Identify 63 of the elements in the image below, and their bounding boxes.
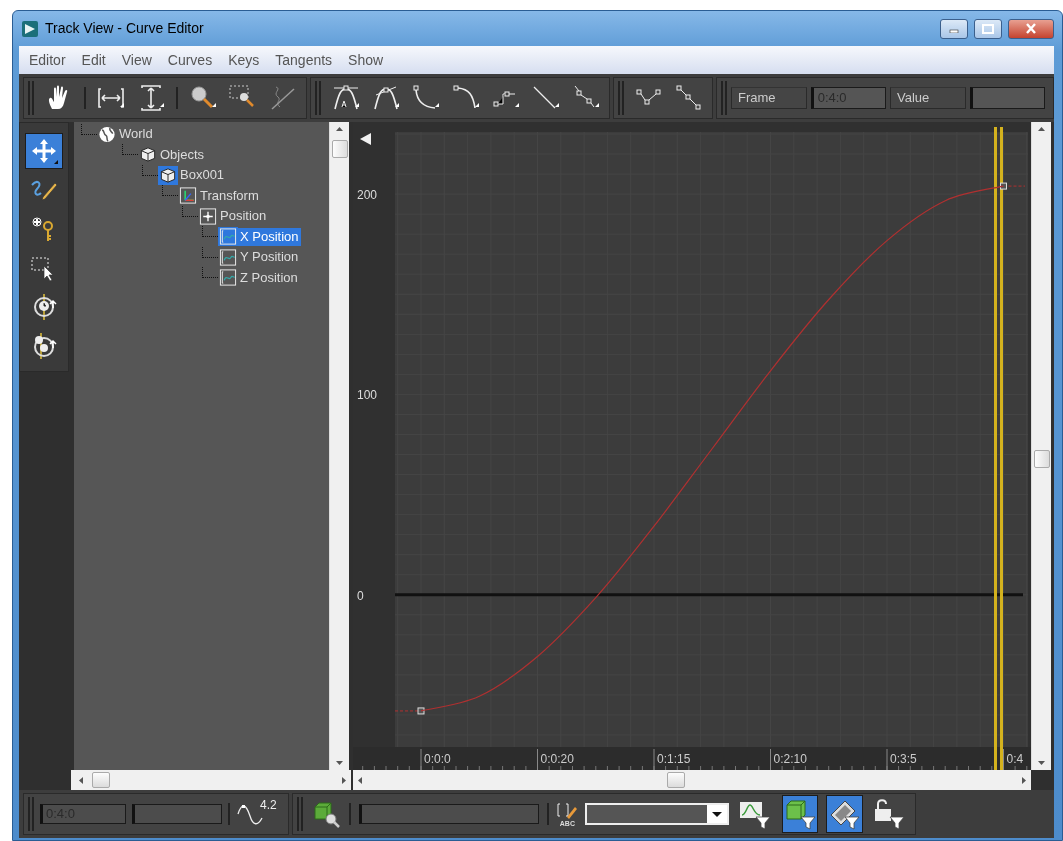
menu-item[interactable]: Show	[340, 49, 392, 71]
window-title: Track View - Curve Editor	[45, 19, 204, 38]
caret-icon[interactable]	[707, 805, 728, 823]
tree-item[interactable]: Z Position	[238, 268, 300, 287]
scroll-thumb[interactable]	[667, 772, 685, 788]
toolbar-grip[interactable]	[618, 81, 624, 115]
vertical-scrollbar[interactable]	[329, 122, 349, 770]
selection-field[interactable]	[359, 804, 540, 824]
toolbar-grip[interactable]	[28, 797, 34, 831]
toolbar-grip[interactable]	[315, 81, 321, 115]
axis-label: 100	[357, 388, 378, 403]
scroll-thumb[interactable]	[1033, 450, 1050, 468]
toolbar-grip[interactable]	[28, 81, 34, 115]
app-icon	[21, 19, 39, 38]
menu-item[interactable]: Edit	[73, 49, 114, 71]
menu-item[interactable]: Tangents	[267, 49, 341, 71]
curve-number: 4.2	[260, 797, 277, 814]
selection-dropdown[interactable]	[585, 803, 730, 825]
bracket-pencil-icon[interactable]	[557, 801, 578, 820]
scroll-thumb[interactable]	[92, 772, 110, 788]
value-label: Value	[890, 87, 966, 109]
time-label: 0:0:20	[540, 752, 574, 766]
frame-label: Frame	[731, 87, 807, 109]
tree-item[interactable]: Y Position	[238, 248, 301, 267]
minimize-button[interactable]	[940, 18, 968, 39]
close-icon	[1025, 23, 1037, 34]
key-marker[interactable]	[1000, 182, 1007, 190]
menu-item[interactable]: Keys	[220, 49, 268, 71]
time-label: 0:2:10	[773, 752, 807, 766]
filter-button[interactable]	[826, 795, 863, 833]
key-marker[interactable]	[417, 707, 425, 715]
time-slider[interactable]	[994, 127, 1003, 770]
cube-magnifier-icon[interactable]	[311, 799, 341, 829]
tree-item[interactable]: World	[117, 125, 155, 144]
menu-item[interactable]: Editor	[21, 49, 74, 71]
toolbar-grip[interactable]	[721, 81, 727, 115]
filter-button[interactable]	[781, 795, 819, 833]
value-field[interactable]	[132, 804, 222, 824]
tree-item[interactable]: X Position	[238, 227, 301, 246]
axis-label: 200	[357, 188, 378, 203]
menu-item[interactable]: Curves	[159, 49, 221, 71]
tree-item[interactable]: Objects	[158, 145, 207, 164]
vertical-scrollbar[interactable]	[1031, 122, 1051, 770]
collapse-arrow-icon[interactable]	[360, 133, 371, 145]
tool-button[interactable]	[25, 133, 63, 169]
tangent-icon[interactable]	[674, 83, 704, 113]
time-label: 0:3:5	[890, 752, 917, 766]
time-label: 0:4	[1006, 752, 1024, 766]
time-label: 0:0:0	[424, 752, 451, 766]
tree-item[interactable]: Box001	[178, 166, 227, 185]
axis-label: 0	[357, 588, 364, 603]
time-label: 0:1:15	[657, 752, 691, 766]
scroll-thumb[interactable]	[331, 140, 348, 158]
horizontal-scrollbar[interactable]	[353, 770, 1031, 790]
maximize-button[interactable]	[974, 18, 1002, 39]
toolbar-grip[interactable]	[297, 797, 303, 831]
menu-item[interactable]: View	[113, 49, 160, 71]
maximize-icon	[982, 23, 994, 34]
value-field[interactable]	[969, 87, 1045, 109]
tree-item[interactable]: Transform	[198, 186, 261, 205]
tree-item[interactable]: Position	[218, 207, 269, 226]
close-button[interactable]	[1008, 18, 1054, 39]
horizontal-scrollbar[interactable]	[71, 770, 351, 790]
